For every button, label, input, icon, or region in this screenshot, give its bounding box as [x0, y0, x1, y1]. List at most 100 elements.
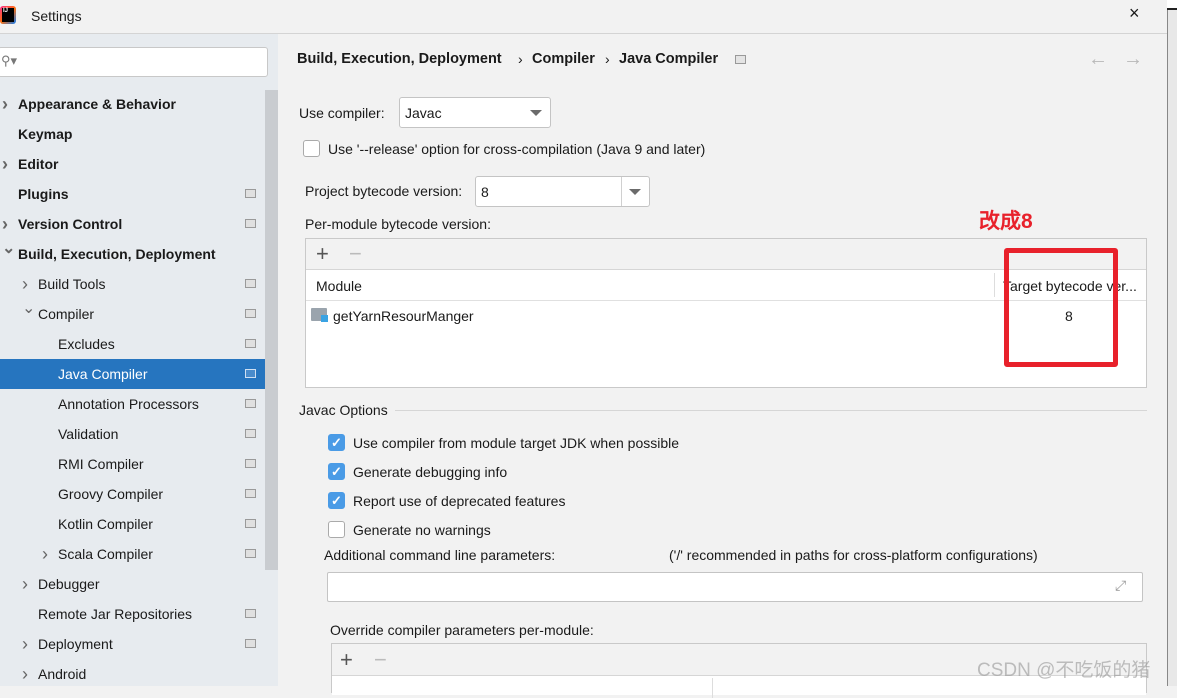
watermark: CSDN @不吃饭的猪 — [977, 660, 1151, 681]
chevron-right-icon[interactable]: › — [42, 539, 48, 569]
option-checkbox[interactable]: ✓ — [328, 492, 345, 509]
sidebar-item[interactable]: Validation — [0, 419, 265, 449]
expand-icon[interactable]: ⤢ — [1115, 577, 1126, 594]
project-scope-icon — [245, 399, 256, 408]
breadcrumb-item: Java Compiler — [619, 51, 719, 67]
sidebar-item[interactable]: Remote Jar Repositories — [0, 599, 265, 629]
chevron-right-icon[interactable]: › — [22, 629, 28, 659]
chevron-right-icon[interactable]: › — [22, 659, 28, 689]
module-folder-icon — [311, 308, 328, 322]
project-scope-icon — [245, 219, 256, 228]
sidebar-item[interactable]: Kotlin Compiler — [0, 509, 265, 539]
sidebar-scrollbar[interactable] — [265, 90, 278, 570]
sidebar-item-label: Android — [38, 666, 87, 682]
breadcrumb-separator: › — [518, 51, 523, 67]
sidebar-item[interactable]: Annotation Processors — [0, 389, 265, 419]
option-checkbox[interactable]: ✓ — [328, 463, 345, 480]
sidebar-item[interactable]: › Deployment — [0, 629, 265, 659]
sidebar-item[interactable]: RMI Compiler — [0, 449, 265, 479]
per-module-label: Per-module bytecode version: — [305, 216, 491, 232]
option-label: Use compiler from module target JDK when… — [353, 435, 680, 451]
release-option-checkbox[interactable] — [303, 140, 320, 157]
sidebar-item[interactable]: Groovy Compiler — [0, 479, 265, 509]
chevron-right-icon[interactable]: › — [2, 89, 8, 119]
sidebar-item-label: Build, Execution, Deployment — [18, 246, 216, 262]
project-scope-icon — [245, 429, 256, 438]
sidebar-item[interactable]: Excludes — [0, 329, 265, 359]
option-checkbox[interactable] — [328, 521, 345, 538]
project-scope-icon — [245, 639, 256, 648]
project-scope-icon — [245, 189, 256, 198]
chevron-right-icon[interactable]: › — [2, 149, 8, 179]
sidebar-item[interactable]: › Android — [0, 659, 265, 689]
additional-params-input[interactable]: ⤢ — [327, 572, 1143, 602]
add-button[interactable]: + — [340, 647, 353, 673]
remove-button[interactable]: − — [374, 647, 387, 673]
project-scope-icon — [245, 609, 256, 618]
divider — [621, 177, 622, 206]
chevron-down-icon[interactable]: ⌄ — [2, 234, 15, 264]
project-scope-icon — [245, 459, 256, 468]
sidebar-item-label: Java Compiler — [58, 366, 148, 382]
forward-arrow-icon[interactable]: → — [1123, 48, 1143, 71]
project-scope-icon — [245, 339, 256, 348]
breadcrumb-separator: › — [605, 51, 610, 67]
chevron-right-icon[interactable]: › — [22, 569, 28, 599]
remove-button[interactable]: − — [349, 241, 362, 267]
project-bytecode-label: Project bytecode version: — [305, 183, 463, 199]
additional-params-label: Additional command line parameters: — [324, 547, 556, 563]
sidebar-item[interactable]: Java Compiler — [0, 359, 265, 389]
chevron-down-icon — [530, 110, 542, 116]
sidebar-item[interactable]: › Scala Compiler — [0, 539, 265, 569]
chevron-down-icon[interactable]: ⌄ — [22, 294, 35, 324]
add-button[interactable]: + — [316, 241, 329, 267]
sidebar-item-label: Annotation Processors — [58, 396, 199, 412]
sidebar-item[interactable]: ⌄ Compiler — [0, 299, 265, 329]
sidebar-item-label: Validation — [58, 426, 119, 442]
divider — [395, 410, 1147, 411]
back-arrow-icon[interactable]: ← — [1088, 48, 1108, 71]
sidebar-item-label: RMI Compiler — [58, 456, 144, 472]
option-checkbox[interactable]: ✓ — [328, 434, 345, 451]
use-compiler-label: Use compiler: — [299, 105, 385, 121]
sidebar-item[interactable]: › Debugger — [0, 569, 265, 599]
project-bytecode-combobox[interactable]: 8 — [475, 176, 650, 207]
sidebar-item-label: Version Control — [18, 216, 123, 232]
option-label: Generate no warnings — [353, 522, 491, 538]
sidebar-item-label: Keymap — [18, 126, 73, 142]
settings-search-input[interactable]: ⚲▾ — [0, 47, 268, 77]
project-scope-icon — [245, 279, 256, 288]
project-scope-icon — [245, 369, 256, 378]
window-title: Settings — [31, 8, 82, 24]
project-bytecode-value: 8 — [481, 184, 489, 200]
sidebar-item-label: Plugins — [18, 186, 69, 202]
annotation-highlight-box — [1004, 248, 1118, 367]
search-icon: ⚲▾ — [1, 53, 18, 68]
column-header-module[interactable]: Module — [316, 278, 362, 294]
use-compiler-dropdown[interactable]: Javac — [399, 97, 551, 128]
project-scope-icon — [245, 549, 256, 558]
option-label: Generate debugging info — [353, 464, 508, 480]
sidebar-item[interactable]: › Editor — [0, 149, 265, 179]
sidebar-item-label: Remote Jar Repositories — [38, 606, 193, 622]
sidebar-item-label: Deployment — [38, 636, 113, 652]
breadcrumb-item[interactable]: Compiler — [532, 51, 595, 67]
sidebar-item[interactable]: Keymap — [0, 119, 265, 149]
column-divider — [712, 678, 713, 698]
background-window — [1167, 10, 1177, 686]
option-label: Report use of deprecated features — [353, 493, 566, 509]
breadcrumb-item[interactable]: Build, Execution, Deployment — [297, 51, 502, 67]
sidebar-item-label: Kotlin Compiler — [58, 516, 153, 532]
sidebar-item[interactable]: Plugins — [0, 179, 265, 209]
sidebar-item[interactable]: › Appearance & Behavior — [0, 89, 265, 119]
sidebar-item[interactable]: ⌄ Build, Execution, Deployment — [0, 239, 265, 269]
sidebar-item-label: Editor — [18, 156, 59, 172]
sidebar-item[interactable]: › Build Tools — [0, 269, 265, 299]
close-button[interactable]: × — [1129, 3, 1140, 24]
sidebar-item-label: Debugger — [38, 576, 100, 592]
column-divider — [994, 273, 995, 297]
sidebar-item-label: Excludes — [58, 336, 115, 352]
project-scope-icon — [735, 55, 746, 64]
sidebar-item[interactable]: › Version Control — [0, 209, 265, 239]
sidebar-item-label: Appearance & Behavior — [18, 96, 176, 112]
